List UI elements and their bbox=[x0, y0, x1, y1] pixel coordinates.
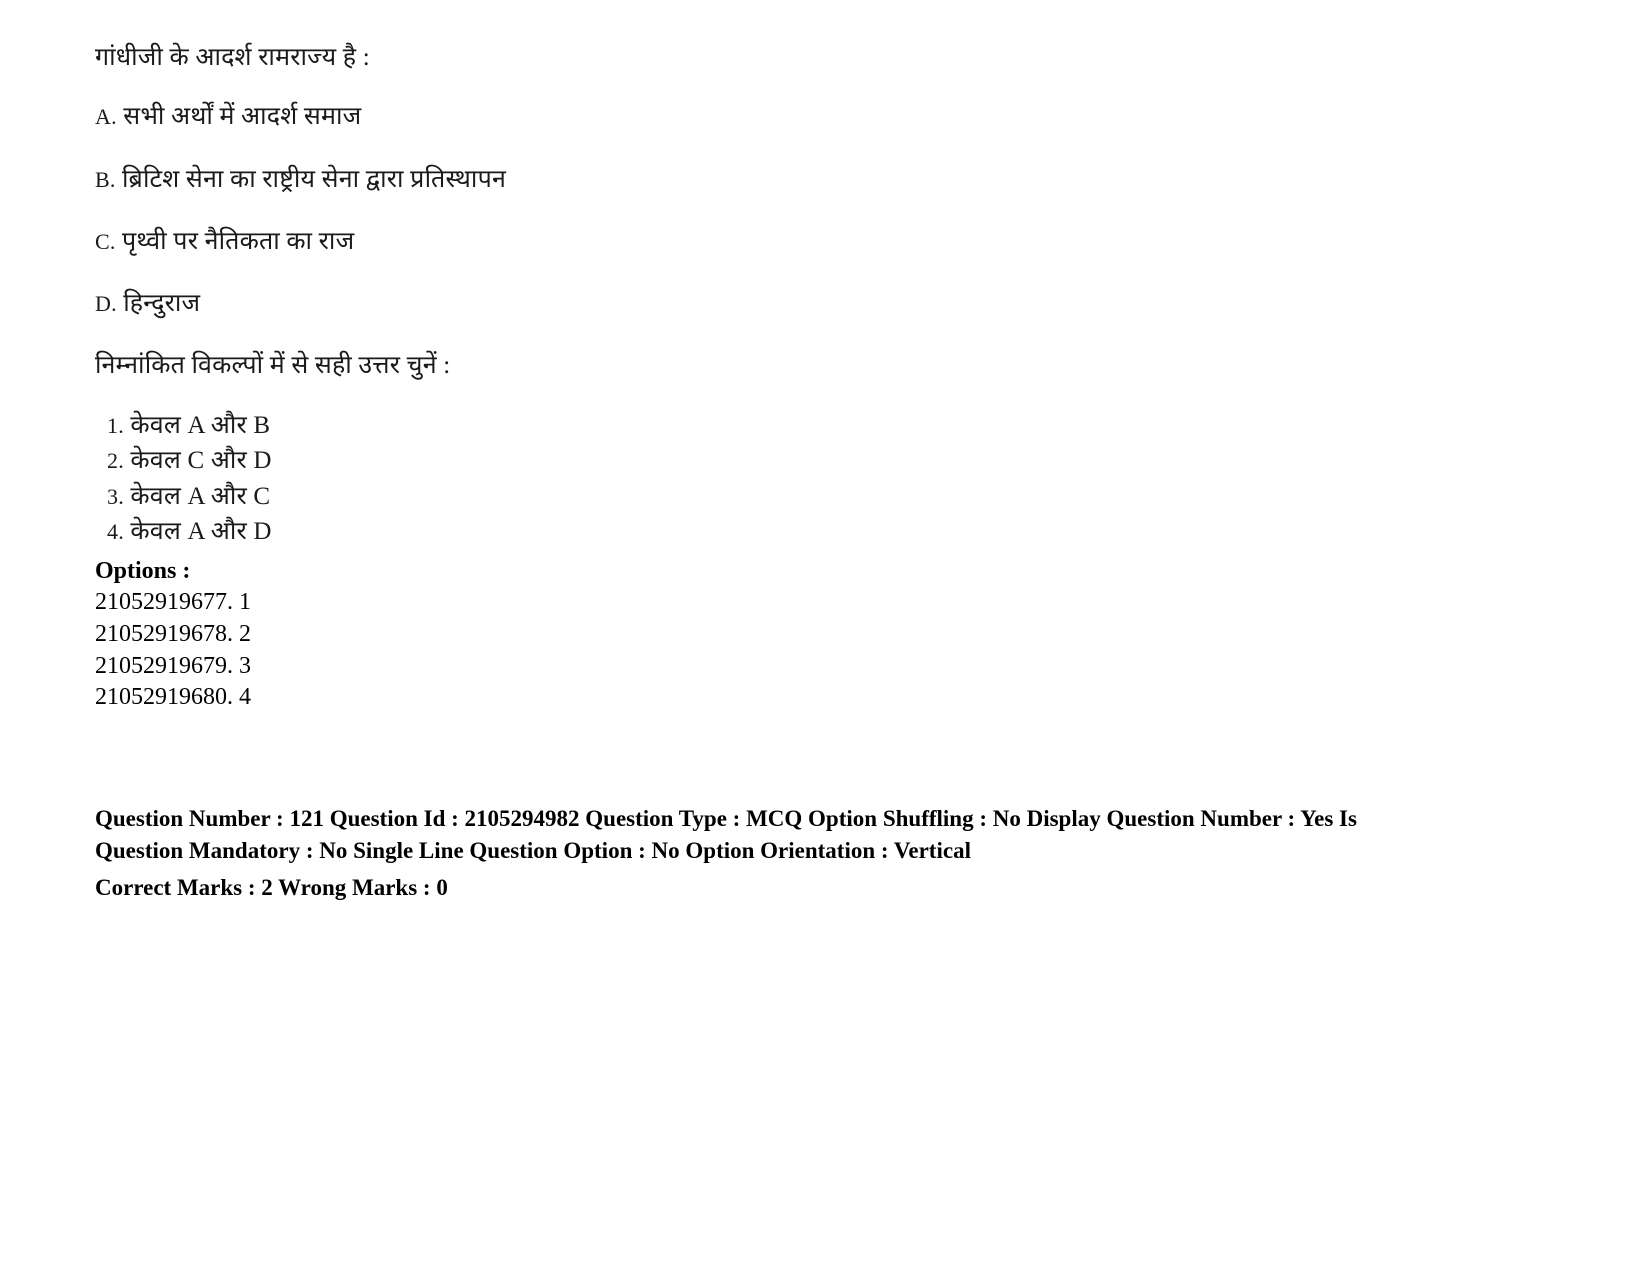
alternative-2-number: 2. bbox=[107, 448, 124, 473]
alternative-item-1: 1. केवल A और B bbox=[95, 408, 1545, 444]
option-row-1: 21052919677. 1 bbox=[95, 587, 1545, 619]
statement-a-text: सभी अर्थों में आदर्श समाज bbox=[123, 103, 362, 131]
option-3-id: 21052919679. bbox=[95, 652, 233, 679]
alternative-4-number: 4. bbox=[107, 519, 124, 544]
option-4-id: 21052919680. bbox=[95, 684, 233, 711]
option-row-4: 21052919680. 4 bbox=[95, 682, 1545, 714]
statement-d-text: हिन्दुराज bbox=[123, 290, 201, 317]
question-content: गांधीजी के आदर्श रामराज्य है : A. सभी अर… bbox=[95, 42, 1545, 714]
option-2-value: 2 bbox=[239, 620, 251, 647]
option-1-id: 21052919677. bbox=[95, 589, 233, 616]
question-stem: गांधीजी के आदर्श रामराज्य है : bbox=[95, 44, 370, 71]
metadata-line-1: Question Number : 121 Question Id : 2105… bbox=[95, 806, 1357, 831]
option-2-id: 21052919678. bbox=[95, 620, 233, 647]
alternative-item-3: 3. केवल A और C bbox=[95, 479, 1545, 515]
option-row-2: 21052919678. 2 bbox=[95, 619, 1545, 651]
metadata-line-2: Question Mandatory : No Single Line Ques… bbox=[95, 838, 971, 864]
alternative-item-2: 2. केवल C और D bbox=[95, 443, 1545, 479]
choose-instruction: निम्नांकित विकल्पों में से सही उत्तर चुन… bbox=[95, 352, 451, 380]
option-3-value: 3 bbox=[239, 652, 251, 679]
metadata-line-3: Correct Marks : 2 Wrong Marks : 0 bbox=[95, 875, 448, 901]
alternative-2-text: केवल C और D bbox=[130, 447, 272, 474]
alternative-1-text: केवल A और B bbox=[130, 411, 271, 439]
statement-b: B. ब्रिटिश सेना का राष्ट्रीय सेना द्वारा… bbox=[95, 164, 1545, 195]
options-heading: Options : bbox=[95, 557, 191, 584]
statement-a: A. सभी अर्थों में आदर्श समाज bbox=[95, 101, 1545, 132]
alternative-3-number: 3. bbox=[107, 483, 124, 509]
alternative-1-number: 1. bbox=[107, 412, 124, 438]
statement-c-text: पृथ्वी पर नैतिकता का राज bbox=[122, 227, 355, 255]
statement-c-label: C. bbox=[95, 228, 116, 254]
alternative-4-text: केवल A और D bbox=[130, 518, 272, 545]
alternative-item-4: 4. केवल A और D bbox=[95, 514, 1545, 550]
option-4-value: 4 bbox=[239, 684, 251, 711]
statement-d-label: D. bbox=[95, 291, 117, 316]
statement-b-label: B. bbox=[95, 166, 116, 192]
statement-c: C. पृथ्वी पर नैतिकता का राज bbox=[95, 226, 1545, 257]
statement-d: D. हिन्दुराज bbox=[95, 288, 1545, 319]
alternative-3-text: केवल A और C bbox=[130, 482, 271, 510]
option-row-3: 21052919679. 3 bbox=[95, 651, 1545, 683]
statement-a-label: A. bbox=[95, 104, 117, 130]
alternatives-list: 1. केवल A और B 2. केवल C और D 3. केवल A … bbox=[95, 408, 1545, 550]
option-1-value: 1 bbox=[239, 589, 251, 616]
statement-b-text: ब्रिटिश सेना का राष्ट्रीय सेना द्वारा प्… bbox=[122, 165, 507, 193]
question-metadata: Question Number : 121 Question Id : 2105… bbox=[95, 805, 1515, 906]
document-page: गांधीजी के आदर्श रामराज्य है : A. सभी अर… bbox=[0, 0, 1650, 1275]
